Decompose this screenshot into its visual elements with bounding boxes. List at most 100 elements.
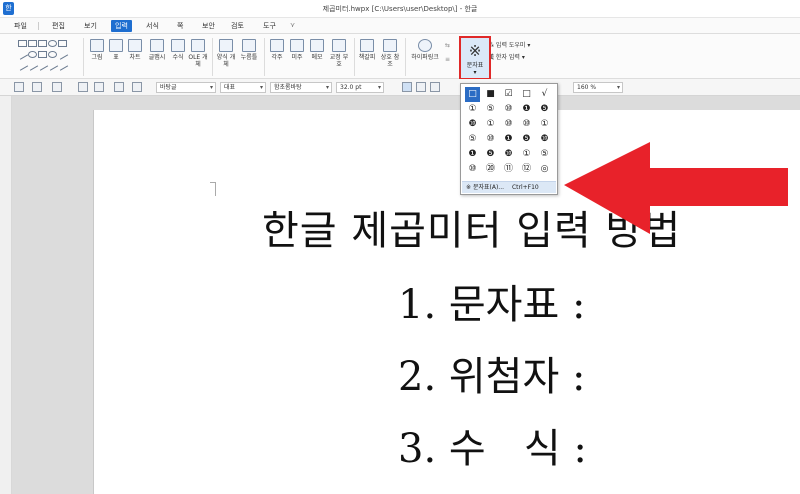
menu-page[interactable]: 쪽 bbox=[177, 21, 183, 31]
symbol-cell[interactable]: ⑤ bbox=[537, 147, 552, 162]
endnote-icon bbox=[290, 39, 304, 52]
picture-icon bbox=[90, 39, 104, 52]
symbol-cell[interactable]: ⑩ bbox=[483, 132, 498, 147]
symbol-cell[interactable]: ⑫ bbox=[519, 162, 534, 177]
symbol-cell[interactable]: ❺ bbox=[519, 132, 534, 147]
ribbon-separator bbox=[264, 38, 265, 76]
insert-misc-icon[interactable]: ⇆ bbox=[445, 42, 450, 49]
equation-button[interactable]: 수식 bbox=[170, 39, 186, 61]
curve-shape-icon[interactable] bbox=[48, 51, 57, 58]
symbol-cell[interactable]: ① bbox=[483, 117, 498, 132]
save-icon[interactable] bbox=[52, 82, 62, 92]
symbol-cell[interactable]: ☑ bbox=[501, 87, 516, 102]
chart-button[interactable]: 차트 bbox=[126, 39, 144, 61]
menu-review[interactable]: 검토 bbox=[231, 21, 244, 31]
arrow-shape-icon[interactable] bbox=[56, 60, 69, 71]
rect-shape-icon[interactable] bbox=[28, 40, 37, 47]
style-select[interactable]: 바탕글 bbox=[156, 82, 216, 93]
symbol-cell[interactable]: ⑪ bbox=[501, 162, 516, 177]
menu-view[interactable]: 보기 bbox=[84, 21, 97, 31]
symbol-cell[interactable]: ❶ bbox=[519, 102, 534, 117]
form-object-button[interactable]: 양식 개체 bbox=[216, 39, 236, 68]
reference-mark-icon: ※ bbox=[468, 42, 482, 60]
ole-object-button[interactable]: OLE 개체 bbox=[188, 39, 208, 68]
symbol-row: ⑩ ⑳ ⑪ ⑫ ◎ bbox=[465, 162, 557, 177]
insert-misc2-icon[interactable]: ≡ bbox=[445, 56, 450, 63]
cross-reference-button[interactable]: 상호 참조 bbox=[379, 39, 401, 68]
new-doc-icon[interactable] bbox=[14, 82, 24, 92]
symbol-cell[interactable]: √ bbox=[537, 87, 552, 102]
menu-more-icon[interactable]: ⋎ bbox=[290, 21, 295, 29]
endnote-button[interactable]: 미주 bbox=[288, 39, 306, 61]
menu-file[interactable]: 파일 bbox=[14, 21, 27, 31]
symbol-cell[interactable]: □ bbox=[465, 87, 480, 102]
symbol-cell[interactable]: ⑩ bbox=[465, 162, 480, 177]
bold-icon[interactable] bbox=[402, 82, 412, 92]
symbol-cell[interactable]: ❶ bbox=[501, 132, 516, 147]
symbol-cell[interactable]: ■ bbox=[483, 87, 498, 102]
symbol-cell[interactable]: □ bbox=[519, 87, 534, 102]
shapes-gallery[interactable] bbox=[16, 40, 78, 74]
underline-icon[interactable] bbox=[430, 82, 440, 92]
charmap-button[interactable]: ※ 문자표 ▾ bbox=[459, 36, 491, 80]
ellipse-shape-icon[interactable] bbox=[48, 40, 57, 47]
symbol-cell[interactable]: ① bbox=[537, 117, 552, 132]
rect-shape-icon[interactable] bbox=[58, 40, 67, 47]
italic-icon[interactable] bbox=[416, 82, 426, 92]
bookmark-button[interactable]: 책갈피 bbox=[357, 39, 377, 61]
picture-button[interactable]: 그림 bbox=[88, 39, 106, 61]
symbol-cell[interactable]: ❿ bbox=[537, 132, 552, 147]
preview-icon[interactable] bbox=[94, 82, 104, 92]
open-folder-icon[interactable] bbox=[32, 82, 42, 92]
menu-insert[interactable]: 입력 bbox=[111, 20, 132, 32]
menu-separator bbox=[38, 22, 39, 30]
font-size-input[interactable]: 32.0 pt bbox=[336, 82, 384, 93]
vertical-ruler bbox=[0, 96, 12, 494]
input-helper-button[interactable]: ⁂ 입력 도우미 ▾ bbox=[488, 40, 530, 49]
symbol-cell[interactable]: ⑳ bbox=[483, 162, 498, 177]
zoom-select[interactable]: 160 % bbox=[573, 82, 623, 93]
rect-shape-icon[interactable] bbox=[38, 40, 47, 47]
textart-button[interactable]: 글맵시 bbox=[146, 39, 168, 61]
line-shape-icon[interactable] bbox=[56, 49, 69, 60]
symbol-cell[interactable]: ⑩ bbox=[501, 117, 516, 132]
open-charmap-dialog-item[interactable]: ※ 문자표(A)... Ctrl+F10 bbox=[462, 181, 556, 193]
symbol-cell[interactable]: ❶ bbox=[465, 147, 480, 162]
menu-format[interactable]: 서식 bbox=[146, 21, 159, 31]
menu-security[interactable]: 보안 bbox=[202, 21, 215, 31]
arc-shape-icon[interactable] bbox=[28, 51, 37, 58]
table-button[interactable]: 표 bbox=[108, 39, 124, 61]
rect-shape-icon[interactable] bbox=[18, 40, 27, 47]
footnote-icon bbox=[270, 39, 284, 52]
symbol-cell[interactable]: ⑤ bbox=[465, 132, 480, 147]
symbol-cell[interactable]: ① bbox=[465, 102, 480, 117]
proofread-mark-button[interactable]: 교정 부호 bbox=[328, 39, 350, 68]
undo-icon[interactable] bbox=[114, 82, 124, 92]
menu-edit[interactable]: 편집 bbox=[52, 21, 65, 31]
hyperlink-button[interactable]: 하이퍼링크 bbox=[409, 39, 441, 61]
hanja-input-button[interactable]: 漢 한자 입력 ▾ bbox=[488, 52, 525, 61]
symbol-cell[interactable]: ◎ bbox=[537, 162, 552, 177]
symbol-cell[interactable]: ① bbox=[519, 147, 534, 162]
font-select[interactable]: 함초롬바탕 bbox=[270, 82, 332, 93]
line-shape-icon[interactable] bbox=[16, 49, 29, 60]
language-select[interactable]: 대표 bbox=[220, 82, 266, 93]
symbol-cell[interactable]: ⑩ bbox=[519, 117, 534, 132]
footnote-button[interactable]: 각주 bbox=[268, 39, 286, 61]
symbol-cell[interactable]: ⑤ bbox=[483, 102, 498, 117]
ribbon-separator bbox=[405, 38, 406, 76]
click-field-button[interactable]: 누름틀 bbox=[238, 39, 260, 61]
symbol-cell[interactable]: ❺ bbox=[537, 102, 552, 117]
title-bar: 한 제곱미터.hwpx [C:\Users\user\Desktop\] - 한… bbox=[0, 0, 800, 18]
symbol-cell[interactable]: ❺ bbox=[483, 147, 498, 162]
ole-icon bbox=[191, 39, 205, 52]
print-icon[interactable] bbox=[78, 82, 88, 92]
chart-icon bbox=[128, 39, 142, 52]
polygon-shape-icon[interactable] bbox=[38, 51, 47, 58]
symbol-cell[interactable]: ❿ bbox=[465, 117, 480, 132]
symbol-cell[interactable]: ❿ bbox=[501, 147, 516, 162]
memo-button[interactable]: 메모 bbox=[308, 39, 326, 61]
redo-icon[interactable] bbox=[132, 82, 142, 92]
symbol-cell[interactable]: ⑩ bbox=[501, 102, 516, 117]
menu-tools[interactable]: 도구 bbox=[263, 21, 276, 31]
